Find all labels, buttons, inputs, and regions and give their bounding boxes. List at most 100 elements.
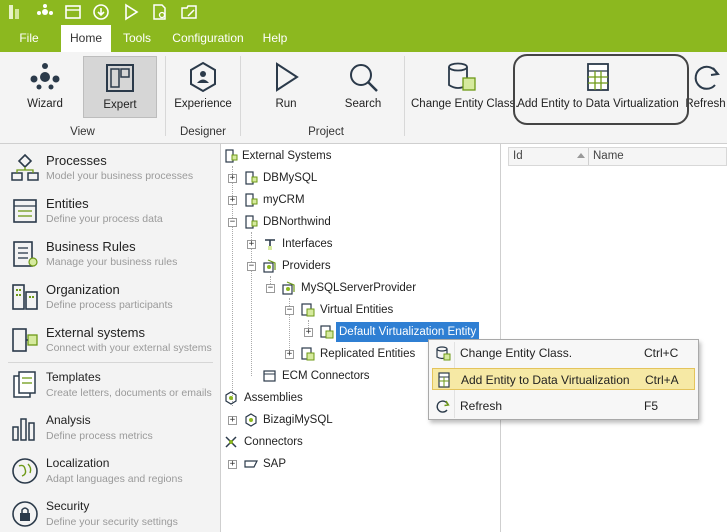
column-header-id[interactable]: Id (513, 148, 523, 165)
expand-toggle[interactable]: + (228, 460, 237, 469)
entity-table-icon (320, 325, 334, 339)
experience-button[interactable]: Experience (172, 56, 234, 118)
processes-icon (10, 153, 40, 183)
tree-label: Assemblies (244, 392, 303, 404)
connector-plug-icon (224, 435, 238, 449)
menu-item-refresh[interactable]: Refresh F5 (432, 395, 695, 417)
column-divider (588, 148, 589, 165)
nav-processes[interactable]: Processes Model your business processes (0, 147, 221, 190)
expand-toggle[interactable]: + (304, 328, 313, 337)
document-settings-icon[interactable] (151, 3, 169, 21)
menu-item-add-entity-to-data-virtualization[interactable]: Add Entity to Data Virtualization Ctrl+A (432, 368, 695, 390)
tab-file[interactable]: File (0, 25, 58, 52)
nav-desc: Adapt languages and regions (46, 473, 183, 485)
tab-configuration[interactable]: Configuration (165, 25, 251, 52)
expand-toggle[interactable]: + (285, 350, 294, 359)
window-icon[interactable] (64, 3, 82, 21)
nav-title: Localization (46, 456, 110, 470)
expand-toggle[interactable]: + (228, 174, 237, 183)
entity-table-icon (301, 347, 315, 361)
refresh-button[interactable]: Refresh (684, 56, 727, 118)
tree-label: SAP (263, 458, 287, 470)
assemblies-icon (224, 391, 238, 405)
tab-help[interactable]: Help (255, 25, 295, 52)
expand-toggle[interactable]: + (247, 240, 256, 249)
nav-external-systems[interactable]: External systems Connect with your exter… (0, 319, 221, 362)
nav-title: Business Rules (46, 239, 136, 254)
expert-icon (103, 61, 137, 95)
change-entity-class-button[interactable]: Change Entity Class. (411, 56, 519, 118)
expert-label: Expert (103, 99, 137, 111)
nav-security[interactable]: Security Define your security settings (0, 493, 221, 532)
search-button[interactable]: Search (334, 56, 392, 118)
expert-button[interactable]: Expert (83, 56, 157, 118)
nav-entities[interactable]: Entities Define your process data (0, 190, 221, 233)
tree-label: myCRM (263, 194, 305, 206)
nav-analysis[interactable]: Analysis Define process metrics (0, 407, 221, 450)
nav-title: External systems (46, 325, 145, 340)
wizard-label: Wizard (27, 98, 63, 110)
search-label: Search (344, 98, 382, 110)
collapse-toggle[interactable]: − (228, 218, 237, 227)
ecm-connector-icon (263, 369, 277, 383)
edit-folder-icon[interactable] (180, 3, 198, 21)
nav-desc: Connect with your external systems (46, 342, 212, 354)
wizard-icon (28, 60, 62, 94)
nav-desc: Define process metrics (46, 430, 153, 442)
database-icon (435, 345, 451, 361)
refresh-icon (435, 398, 451, 414)
tree-view: External Systems + DBMySQL + myCRM − DBN… (222, 144, 501, 532)
entities-icon (10, 196, 40, 226)
experience-icon (186, 60, 220, 94)
nav-title: Entities (46, 196, 89, 211)
collapse-toggle[interactable]: − (266, 284, 275, 293)
nav-business-rules[interactable]: Business Rules Manage your business rule… (0, 233, 221, 276)
entity-grid: Id Name (502, 144, 727, 532)
tab-home[interactable]: Home (61, 25, 111, 52)
tree-label: Connectors (244, 436, 303, 448)
table-icon (436, 372, 452, 388)
collapse-toggle[interactable]: − (247, 262, 256, 271)
run-button[interactable]: Run (258, 56, 314, 118)
nav-title: Organization (46, 282, 120, 297)
nav-desc: Create letters, documents or emails (46, 387, 212, 399)
nav-desc: Define process participants (46, 299, 173, 311)
nav-organization[interactable]: Organization Define process participants (0, 276, 221, 319)
bizagi-logo-icon (6, 3, 24, 21)
menu-item-shortcut: Ctrl+C (644, 346, 679, 360)
group-project-label: Project (308, 126, 344, 138)
tree-label: DBMySQL (263, 172, 318, 184)
expand-toggle[interactable]: + (228, 196, 237, 205)
grid-header: Id Name (508, 147, 727, 166)
nav-localization[interactable]: Localization Adapt languages and regions (0, 450, 221, 493)
download-icon[interactable] (92, 3, 110, 21)
menu-item-label: Refresh (460, 399, 503, 413)
refresh-icon (689, 60, 723, 94)
sap-logo-icon (244, 457, 258, 471)
nav-separator (8, 362, 213, 363)
column-header-name[interactable]: Name (593, 148, 624, 165)
context-menu: Change Entity Class. Ctrl+C Add Entity t… (428, 339, 699, 420)
analysis-icon (10, 413, 40, 443)
play-icon[interactable] (122, 3, 140, 21)
cluster-icon[interactable] (36, 3, 54, 21)
tree-label: Virtual Entities (320, 304, 394, 316)
interface-icon (263, 237, 277, 251)
globe-icon (10, 456, 40, 486)
menu-item-change-entity-class[interactable]: Change Entity Class. Ctrl+C (432, 342, 695, 364)
highlight-outline (513, 54, 689, 125)
tree-label: Providers (282, 260, 331, 272)
tab-tools[interactable]: Tools (115, 25, 159, 52)
expand-toggle[interactable]: + (228, 416, 237, 425)
change-entity-class-label: Change Entity Class. (411, 98, 519, 110)
provider-icon (282, 281, 296, 295)
search-icon (346, 60, 380, 94)
nav-title: Templates (46, 370, 101, 384)
external-system-icon (244, 193, 258, 207)
nav-title: Security (46, 499, 90, 513)
wizard-button[interactable]: Wizard (12, 56, 78, 118)
nav-templates[interactable]: Templates Create letters, documents or e… (0, 364, 221, 407)
tree-label: Replicated Entities (320, 348, 416, 360)
nav-desc: Define your security settings (46, 516, 178, 528)
collapse-toggle[interactable]: − (285, 306, 294, 315)
